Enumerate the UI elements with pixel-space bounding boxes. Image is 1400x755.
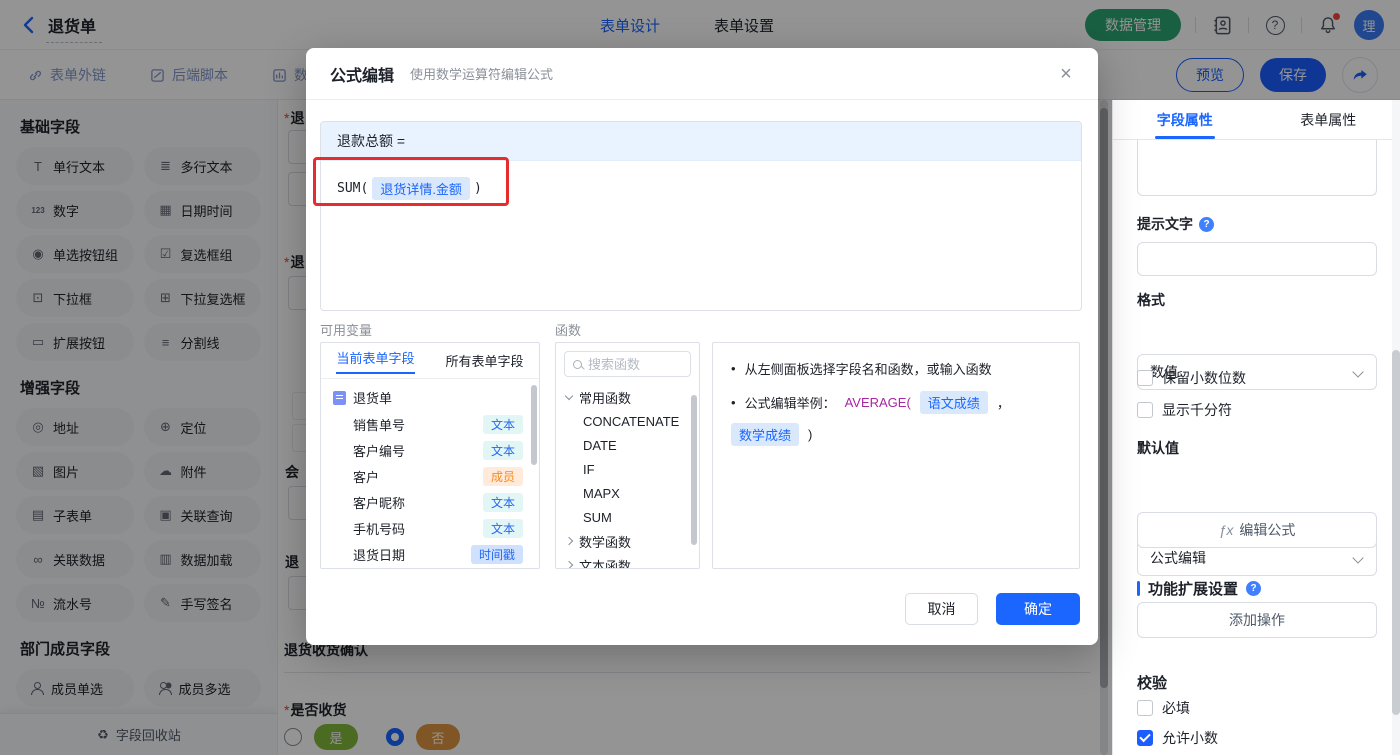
variables-tree-root[interactable]: 退货单: [321, 379, 539, 411]
variables-label: 可用变量: [320, 323, 373, 338]
default-value-label: 默认值: [1137, 440, 1179, 456]
type-badge: 文本: [482, 518, 523, 538]
variable-row[interactable]: 客户编号 文本: [321, 437, 539, 463]
variable-row[interactable]: 客户昵称 文本: [321, 489, 539, 515]
variable-row[interactable]: 销售单号 文本: [321, 411, 539, 437]
function-search-box: [564, 351, 691, 377]
formula-help-panel: • 从左侧面板选择字段名和函数，或输入函数 • 公式编辑举例： AVERAGE( …: [712, 342, 1080, 569]
checkbox-icon: [1137, 402, 1153, 418]
variable-row[interactable]: 客户 成员: [321, 463, 539, 489]
modal-subtitle: 使用数学运算符编辑公式: [410, 67, 554, 82]
checkbox-icon: [1137, 370, 1153, 386]
chevron-right-icon: [564, 536, 574, 546]
type-badge: 文本: [482, 440, 523, 460]
window-scrollbar-track[interactable]: [1392, 100, 1400, 755]
cancel-button[interactable]: 取消: [905, 593, 978, 625]
checkbox-checked-icon: [1137, 730, 1153, 746]
checkbox-icon: [1137, 700, 1153, 716]
formula-editor-modal: 公式编辑 使用数学运算符编辑公式 × 退款总额 = SUM( 退货详情.金额 )…: [306, 48, 1098, 645]
fx-icon: ƒx: [1218, 522, 1234, 538]
search-icon: [573, 359, 582, 369]
function-search-input[interactable]: [588, 356, 678, 372]
chevron-down-icon: [564, 391, 574, 400]
tab-all-form-fields[interactable]: 所有表单字段: [430, 343, 539, 378]
function-group-text[interactable]: 文本函数: [556, 553, 699, 568]
variable-row[interactable]: 手机号码 文本: [321, 515, 539, 541]
formula-close-paren: ): [473, 181, 482, 196]
format-label: 格式: [1137, 292, 1165, 308]
allow-decimal-checkbox[interactable]: 允许小数: [1137, 728, 1377, 748]
functions-scrollbar-thumb[interactable]: [691, 395, 697, 545]
extension-help-icon[interactable]: ?: [1246, 581, 1262, 596]
formula-editor: 退款总额 = SUM( 退货详情.金额 ): [320, 121, 1082, 311]
thousand-separator-checkbox[interactable]: 显示千分符: [1137, 400, 1377, 420]
functions-label: 函数: [555, 323, 582, 338]
variables-panel: 当前表单字段 所有表单字段 退货单 销售单号 文本 客户编号 文本 客户 成员 客户昵…: [320, 342, 540, 569]
tab-field-properties[interactable]: 字段属性: [1113, 100, 1257, 139]
help-tip-2-label: 公式编辑举例：: [744, 396, 836, 411]
validation-label: 校验: [1137, 675, 1168, 692]
functions-panel: 常用函数 CONCATENATE DATE IF MAPX SUM 数学函数 文…: [555, 342, 700, 569]
type-badge: 文本: [482, 414, 523, 434]
type-badge: 时间戳: [470, 544, 523, 564]
example-chip-1: 语文成绩: [919, 391, 988, 414]
confirm-button[interactable]: 确定: [996, 593, 1080, 625]
hint-text-label: 提示文字: [1137, 216, 1193, 232]
formula-input-area[interactable]: SUM( 退货详情.金额 ): [321, 161, 1081, 310]
hint-text-input[interactable]: [1137, 242, 1377, 276]
modal-title: 公式编辑: [330, 67, 395, 85]
required-checkbox[interactable]: 必填: [1137, 698, 1377, 718]
formula-field-chip[interactable]: 退货详情.金额: [372, 177, 470, 200]
add-action-button[interactable]: 添加操作: [1137, 602, 1377, 638]
function-item[interactable]: DATE: [556, 433, 699, 457]
type-badge: 文本: [482, 492, 523, 512]
example-chip-2: 数学成绩: [731, 423, 800, 446]
field-name-textarea[interactable]: [1137, 140, 1377, 196]
variables-scrollbar-thumb[interactable]: [531, 385, 537, 465]
app-root: 退货单 表单设计 表单设置 数据管理 ? 理 表单外链 后端脚本 预览 保存 基…: [0, 0, 1400, 755]
form-doc-icon: [333, 390, 346, 405]
hint-help-icon[interactable]: ?: [1199, 216, 1214, 232]
example-function-name: AVERAGE(: [844, 395, 911, 410]
edit-formula-button[interactable]: ƒx 编辑公式: [1137, 512, 1377, 548]
window-scrollbar-thumb[interactable]: [1392, 350, 1400, 715]
tab-form-properties[interactable]: 表单属性: [1257, 100, 1400, 139]
type-badge: 成员: [482, 466, 523, 486]
keep-decimal-checkbox[interactable]: 保留小数位数: [1137, 368, 1377, 388]
tab-current-form-fields[interactable]: 当前表单字段: [321, 343, 430, 378]
section-accent-bar: [1137, 581, 1140, 596]
help-tip-1: 从左侧面板选择字段名和函数，或输入函数: [744, 362, 992, 377]
variable-row[interactable]: 退货日期 时间戳: [321, 541, 539, 567]
extension-settings-label: 功能扩展设置: [1148, 581, 1239, 598]
function-item[interactable]: SUM: [556, 505, 699, 529]
close-icon[interactable]: ×: [1054, 62, 1078, 86]
properties-panel: 字段属性 表单属性 提示文字? 格式 数值 保留小数位数 显示千分符 默认值 公…: [1112, 100, 1400, 755]
formula-function-text: SUM(: [337, 181, 369, 196]
formula-target-label: 退款总额 =: [321, 122, 1081, 161]
chevron-right-icon: [564, 560, 574, 568]
function-group-common[interactable]: 常用函数: [556, 385, 699, 409]
function-item[interactable]: CONCATENATE: [556, 409, 699, 433]
function-item[interactable]: IF: [556, 457, 699, 481]
function-group-math[interactable]: 数学函数: [556, 529, 699, 553]
function-item[interactable]: MAPX: [556, 481, 699, 505]
